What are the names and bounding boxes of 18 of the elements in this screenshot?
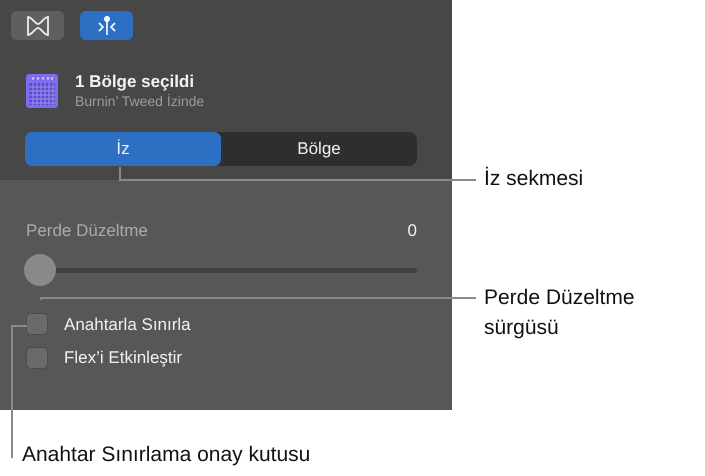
callout-label: Perde Düzeltme sürgüsü [484, 285, 636, 341]
region-title: 1 Bölge seçildi [75, 72, 196, 92]
slider-reading: 0 [408, 220, 417, 242]
slider-thumb[interactable] [24, 254, 56, 286]
callout-label: Anahtar Sınırlama onay kutusu [22, 442, 312, 468]
pitch-slider[interactable] [26, 254, 417, 286]
checkbox-label: Anahtarla Sınırla [64, 314, 191, 336]
tab[interactable]: Bölge [221, 132, 417, 166]
checkbox[interactable] [26, 346, 48, 369]
amplifier-icon [25, 73, 59, 109]
checkbox[interactable] [26, 313, 48, 336]
track-subtitle: Burnin’ Tweed İzinde [75, 92, 204, 110]
checkbox-label: Flex’i Etkinleştir [64, 347, 182, 369]
slider-label: Perde Düzeltme [26, 220, 148, 242]
toolbar-button[interactable] [80, 11, 133, 40]
toolbar-button[interactable] [11, 11, 64, 40]
tab[interactable]: İz [25, 132, 221, 166]
callout-label: İz sekmesi [484, 166, 584, 192]
